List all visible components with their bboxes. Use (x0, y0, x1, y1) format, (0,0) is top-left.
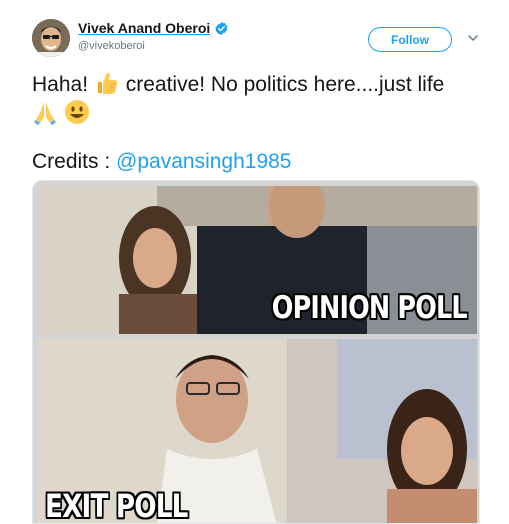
folded-hands-icon (34, 102, 56, 125)
chevron-down-icon[interactable] (466, 31, 480, 45)
meme-top-caption: OPINION POLL (272, 290, 468, 326)
follow-button[interactable]: Follow (368, 27, 452, 52)
credits-label: Credits : (32, 150, 117, 173)
author-name-row[interactable]: Vivek Anand Oberoi (78, 20, 229, 36)
smiley-icon (64, 100, 89, 124)
verified-badge-icon (215, 21, 228, 35)
meme-top-panel: OPINION POLL (37, 186, 477, 334)
meme-bottom-panel: EXIT POLL (37, 339, 477, 524)
author-handle[interactable]: @vivekoberoi (78, 40, 145, 52)
tweet-text-start: Haha! (32, 73, 89, 96)
tweet-text: Haha! creative! No politics here....just… (32, 70, 482, 128)
tweet-media[interactable]: OPINION POLL EXIT POLL (32, 180, 480, 524)
thumbs-up-icon (97, 72, 118, 94)
author-display-name[interactable]: Vivek Anand Oberoi (78, 20, 210, 36)
tweet-text-rest: creative! No politics here....just life (125, 73, 445, 96)
tweet-card: Vivek Anand Oberoi @vivekoberoi Follow H… (0, 0, 509, 524)
credits-mention-link[interactable]: @pavansingh1985 (116, 150, 291, 173)
avatar[interactable] (32, 19, 70, 57)
meme-bottom-caption: EXIT POLL (45, 487, 188, 524)
credits-line: Credits : @pavansingh1985 (32, 148, 292, 176)
